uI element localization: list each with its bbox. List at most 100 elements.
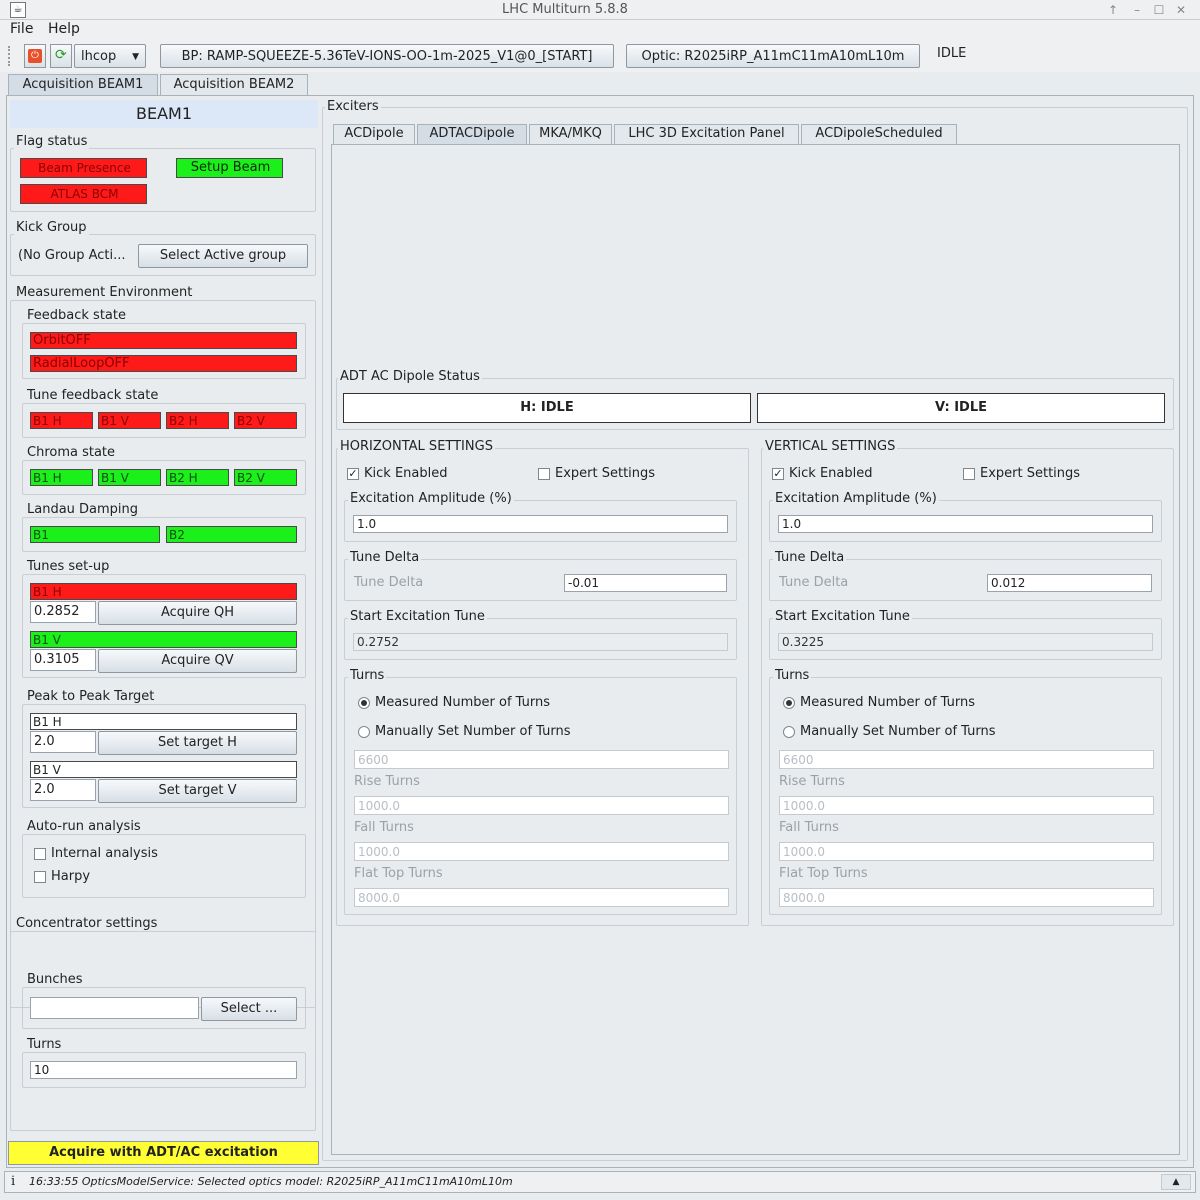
acquire-qv-button[interactable]: Acquire QV — [98, 649, 297, 673]
autorun-group — [22, 834, 306, 898]
kick-group-value: (No Group Acti... — [18, 248, 126, 263]
v-measured-turns-radio[interactable] — [783, 697, 795, 709]
h-amplitude-input[interactable]: 1.0 — [353, 515, 728, 533]
bunches-legend: Bunches — [25, 972, 85, 987]
tab-3d-excitation[interactable]: LHC 3D Excitation Panel — [614, 124, 799, 144]
kick-group-legend: Kick Group — [14, 220, 89, 235]
bunches-input[interactable] — [30, 997, 199, 1019]
v-fall-turns-label: Fall Turns — [779, 820, 839, 835]
target-h-input[interactable]: 2.0 — [30, 731, 96, 753]
keep-above-icon[interactable]: ↑ — [1104, 1, 1122, 19]
state-label: IDLE — [937, 46, 967, 61]
beam-title: BEAM1 — [10, 100, 318, 128]
v-flat-top-label: Flat Top Turns — [779, 866, 868, 881]
v-expert-settings-label: Expert Settings — [980, 466, 1081, 481]
toolbar-grip — [8, 46, 14, 66]
atlas-bcm-flag: ATLAS BCM — [20, 184, 147, 204]
tab-acdipole[interactable]: ACDipole — [333, 124, 415, 144]
select-bunches-button[interactable]: Select ... — [201, 997, 297, 1021]
v-manual-turns-label: Manually Set Number of Turns — [800, 724, 996, 739]
set-target-v-button[interactable]: Set target V — [98, 779, 297, 803]
internal-analysis-checkbox[interactable] — [34, 848, 46, 860]
title-bar: ☕ LHC Multiturn 5.8.8 ↑ – ☐ ✕ — [0, 0, 1200, 20]
v-expert-settings-checkbox[interactable] — [963, 468, 975, 480]
h-kick-enabled-label: Kick Enabled — [364, 466, 448, 481]
tune-feedback-b1v: B1 V — [98, 412, 161, 429]
menu-bar: File Help — [0, 20, 1200, 40]
landau-b2: B2 — [166, 526, 297, 543]
set-target-h-button[interactable]: Set target H — [98, 731, 297, 755]
toolbar: ⏻ ⟳ lhcop ▼ BP: RAMP-SQUEEZE-5.36TeV-ION… — [0, 40, 1200, 72]
v-manual-turns-input[interactable]: 6600 — [779, 750, 1154, 769]
tunes-b1h-label: B1 H — [30, 583, 297, 600]
h-manual-turns-input[interactable]: 6600 — [354, 750, 729, 769]
vertical-settings-legend: VERTICAL SETTINGS — [763, 439, 898, 454]
acquire-excitation-button[interactable]: Acquire with ADT/AC excitation — [8, 1141, 319, 1165]
chroma-b1v: B1 V — [98, 469, 161, 486]
h-rise-turns-label: Rise Turns — [354, 774, 420, 789]
v-flat-top-input[interactable]: 8000.0 — [779, 888, 1154, 907]
v-tune-delta-input[interactable]: 0.012 — [987, 574, 1152, 592]
h-fall-turns-input[interactable]: 1000.0 — [354, 842, 729, 861]
status-message: 16:33:55 OpticsModelService: Selected op… — [29, 1175, 513, 1188]
h-expert-settings-label: Expert Settings — [555, 466, 656, 481]
h-measured-turns-label: Measured Number of Turns — [375, 695, 550, 710]
setup-beam-flag: Setup Beam — [176, 158, 283, 178]
v-rise-turns-label: Rise Turns — [779, 774, 845, 789]
tunes-setup-legend: Tunes set-up — [25, 559, 112, 574]
v-manual-turns-radio[interactable] — [783, 726, 795, 738]
horizontal-settings-legend: HORIZONTAL SETTINGS — [338, 439, 495, 454]
turns-input[interactable]: 10 — [30, 1061, 297, 1079]
tune-v-input[interactable]: 0.3105 — [30, 649, 96, 671]
chroma-b2h: B2 H — [166, 469, 229, 486]
tab-adtacdipole[interactable]: ADTACDipole — [417, 124, 527, 144]
radial-loop-flag: RadialLoopOFF — [30, 355, 297, 372]
menu-help[interactable]: Help — [48, 21, 80, 37]
tune-h-input[interactable]: 0.2852 — [30, 601, 96, 623]
chevron-up-icon[interactable]: ▲ — [1161, 1174, 1191, 1190]
h-turns-legend: Turns — [348, 668, 387, 683]
power-button[interactable]: ⏻ — [24, 44, 46, 68]
h-status-box: H: IDLE — [343, 393, 751, 423]
acquire-qh-button[interactable]: Acquire QH — [98, 601, 297, 625]
chroma-b2v: B2 V — [234, 469, 297, 486]
tab-acquisition-beam1[interactable]: Acquisition BEAM1 — [8, 74, 158, 96]
target-v-input[interactable]: 2.0 — [30, 779, 96, 801]
chroma-b1h: B1 H — [30, 469, 93, 486]
h-expert-settings-checkbox[interactable] — [538, 468, 550, 480]
harpy-checkbox[interactable] — [34, 871, 46, 883]
h-measured-turns-radio[interactable] — [358, 697, 370, 709]
minimize-icon[interactable]: – — [1128, 1, 1146, 19]
tune-feedback-b2h: B2 H — [166, 412, 229, 429]
h-tune-delta-input[interactable]: -0.01 — [564, 574, 727, 592]
maximize-icon[interactable]: ☐ — [1150, 1, 1168, 19]
h-tune-delta-legend: Tune Delta — [348, 550, 422, 565]
v-rise-turns-input[interactable]: 1000.0 — [779, 796, 1154, 815]
h-manual-turns-radio[interactable] — [358, 726, 370, 738]
user-dropdown[interactable]: lhcop ▼ — [74, 44, 146, 68]
tab-acdipole-scheduled[interactable]: ACDipoleScheduled — [801, 124, 957, 144]
tab-acquisition-beam2[interactable]: Acquisition BEAM2 — [160, 74, 308, 96]
v-tune-delta-legend: Tune Delta — [773, 550, 847, 565]
v-amplitude-input[interactable]: 1.0 — [778, 515, 1153, 533]
h-flat-top-label: Flat Top Turns — [354, 866, 443, 881]
refresh-button[interactable]: ⟳ — [50, 44, 72, 68]
left-panel: BEAM1 Flag status Beam Presence Setup Be… — [8, 98, 319, 1168]
h-kick-enabled-checkbox[interactable]: ✓ — [347, 468, 359, 480]
v-kick-enabled-checkbox[interactable]: ✓ — [772, 468, 784, 480]
v-turns-legend: Turns — [773, 668, 812, 683]
menu-file[interactable]: File — [10, 21, 33, 37]
beam-process-button[interactable]: BP: RAMP-SQUEEZE-5.36TeV-IONS-OO-1m-2025… — [160, 44, 614, 68]
h-flat-top-input[interactable]: 8000.0 — [354, 888, 729, 907]
h-rise-turns-input[interactable]: 1000.0 — [354, 796, 729, 815]
close-icon[interactable]: ✕ — [1172, 1, 1190, 19]
tab-mka-mkq[interactable]: MKA/MKQ — [529, 124, 612, 144]
turns-legend: Turns — [25, 1037, 64, 1052]
autorun-legend: Auto-run analysis — [25, 819, 143, 834]
optic-button[interactable]: Optic: R2025iRP_A11mC11mA10mL10m — [626, 44, 920, 68]
select-active-group-button[interactable]: Select Active group — [138, 244, 308, 268]
v-start-tune-field: 0.3225 — [778, 633, 1153, 651]
v-fall-turns-input[interactable]: 1000.0 — [779, 842, 1154, 861]
h-tune-delta-label: Tune Delta — [354, 575, 424, 590]
adt-status-legend: ADT AC Dipole Status — [338, 369, 482, 384]
